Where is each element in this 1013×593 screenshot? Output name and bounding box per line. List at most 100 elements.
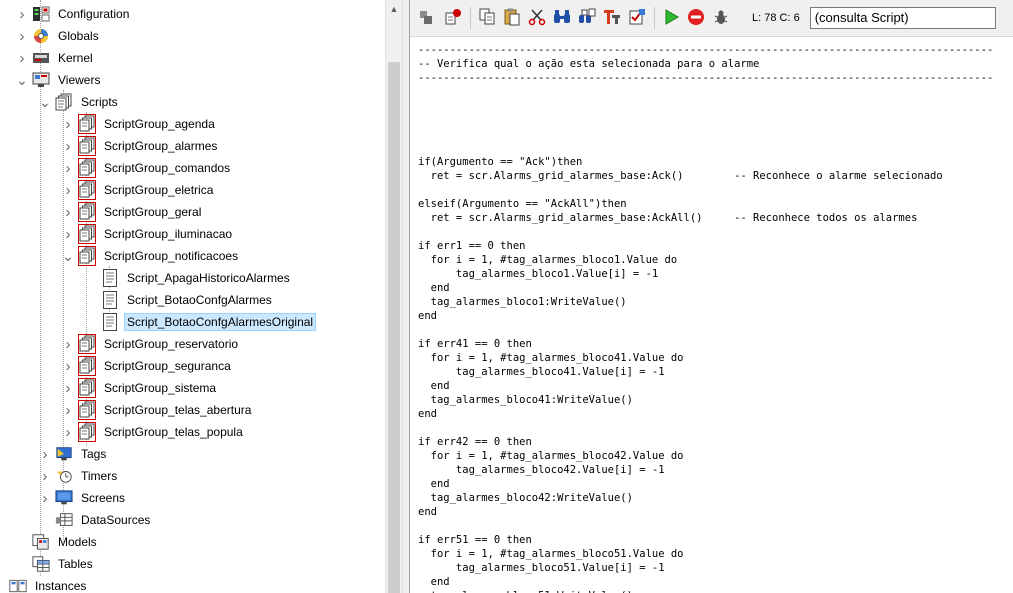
expand-chevron-icon[interactable]: ›: [39, 487, 51, 509]
instances-icon: [9, 577, 27, 593]
expand-chevron-icon[interactable]: ›: [62, 201, 74, 223]
tree-item-scriptgroup-agenda[interactable]: › ScriptGroup_agenda: [62, 113, 218, 135]
code-line: end: [418, 408, 437, 420]
tree-item-tags[interactable]: › Tags: [39, 443, 109, 465]
properties-button[interactable]: [416, 6, 440, 30]
cut-button[interactable]: [525, 6, 549, 30]
expand-chevron-icon[interactable]: ›: [62, 333, 74, 355]
tree-item-scriptgroup-iluminacao[interactable]: › ScriptGroup_iluminacao: [62, 223, 235, 245]
script-group-icon: [78, 378, 96, 398]
code-area[interactable]: ----------------------------------------…: [418, 43, 1013, 593]
code-line: tag_alarmes_bloco51:WriteValue(): [418, 589, 1013, 593]
expand-chevron-icon[interactable]: ›: [62, 399, 74, 421]
tables-icon: [32, 555, 50, 573]
expand-chevron-icon[interactable]: ›: [62, 223, 74, 245]
tree-item-viewers[interactable]: ⌄ Viewers: [16, 69, 103, 91]
insert-tag-button[interactable]: [600, 6, 624, 30]
tree-item-instances[interactable]: Instances: [0, 575, 89, 593]
expand-chevron-icon[interactable]: ›: [39, 443, 51, 465]
tree-item-configuration[interactable]: › Configuration: [16, 3, 132, 25]
code-line: tag_alarmes_bloco1.Value[i] = -1: [418, 268, 659, 280]
expand-chevron-icon[interactable]: ›: [62, 421, 74, 443]
code-line: if(Argumento == "Ack")then: [418, 156, 583, 168]
tree-item-script-botaoconfgalarmesoriginal[interactable]: Script_BotaoConfgAlarmesOriginal: [85, 311, 317, 333]
script-group-icon: [78, 114, 96, 134]
cut-icon: [527, 7, 547, 30]
tree-item-label: ScriptGroup_comandos: [104, 161, 231, 175]
tree-item-scriptgroup-geral[interactable]: › ScriptGroup_geral: [62, 201, 204, 223]
tree-item-kernel[interactable]: › Kernel: [16, 47, 96, 69]
code-line: if err1 == 0 then: [418, 240, 526, 252]
tree-item-timers[interactable]: › Timers: [39, 465, 120, 487]
tree-item-scripts[interactable]: ⌄ Scripts: [39, 91, 121, 113]
tree-item-label: ScriptGroup_eletrica: [104, 183, 214, 197]
run-icon: [661, 7, 681, 30]
expand-chevron-icon[interactable]: ›: [62, 355, 74, 377]
tree-item-scriptgroup-telas-abertura[interactable]: › ScriptGroup_telas_abertura: [62, 399, 254, 421]
expand-chevron-icon[interactable]: ›: [62, 377, 74, 399]
tree-item-label: ScriptGroup_sistema: [104, 381, 217, 395]
replace-button[interactable]: [575, 6, 599, 30]
toolbar-separator: [654, 7, 655, 29]
code-line: for i = 1, #tag_alarmes_bloco42.Value do: [418, 450, 684, 462]
expand-chevron-icon[interactable]: ›: [62, 113, 74, 135]
script-group-icon: [78, 400, 96, 420]
paste-button[interactable]: [500, 6, 524, 30]
tree-item-models[interactable]: Models: [16, 531, 100, 553]
code-line: ----------------------------------------…: [418, 44, 994, 56]
collapse-chevron-icon[interactable]: ⌄: [16, 69, 28, 91]
tree-item-globals[interactable]: › Globals: [16, 25, 102, 47]
tree-item-datasources[interactable]: DataSources: [39, 509, 153, 531]
expand-chevron-icon[interactable]: ›: [16, 25, 28, 47]
script-selector[interactable]: (consulta Script): [809, 7, 996, 29]
expand-chevron-icon[interactable]: ›: [62, 157, 74, 179]
expand-chevron-icon[interactable]: ›: [62, 135, 74, 157]
run-button[interactable]: [659, 6, 683, 30]
tree-item-scriptgroup-comandos[interactable]: › ScriptGroup_comandos: [62, 157, 233, 179]
tree-item-scriptgroup-sistema[interactable]: › ScriptGroup_sistema: [62, 377, 219, 399]
tree-item-label: ScriptGroup_telas_popula: [104, 425, 243, 439]
scroll-up-arrow-icon[interactable]: ▲: [386, 0, 402, 17]
tree-item-scriptgroup-eletrica[interactable]: › ScriptGroup_eletrica: [62, 179, 216, 201]
find-icon: [552, 7, 572, 30]
code-line: if err51 == 0 then: [418, 534, 532, 546]
tree-item-scriptgroup-reservatorio[interactable]: › ScriptGroup_reservatorio: [62, 333, 241, 355]
editor-toolbar: L: 78 C: 6 (consulta Script): [410, 0, 1013, 37]
copy-button[interactable]: [475, 6, 499, 30]
script-file-icon: [101, 291, 119, 309]
tree-item-scriptgroup-alarmes[interactable]: › ScriptGroup_alarmes: [62, 135, 220, 157]
check-syntax-button[interactable]: [625, 6, 649, 30]
script-group-icon: [78, 246, 96, 266]
expand-chevron-icon[interactable]: ›: [16, 3, 28, 25]
stop-button[interactable]: [684, 6, 708, 30]
collapse-chevron-icon[interactable]: ⌄: [62, 245, 74, 267]
expand-chevron-icon[interactable]: ›: [62, 179, 74, 201]
tree-item-tables[interactable]: Tables: [16, 553, 96, 575]
expand-chevron-icon[interactable]: ›: [16, 47, 28, 69]
find-button[interactable]: [550, 6, 574, 30]
tree-item-scriptgroup-seguranca[interactable]: › ScriptGroup_seguranca: [62, 355, 234, 377]
compile-button[interactable]: [441, 6, 465, 30]
debug-button[interactable]: [709, 6, 733, 30]
tree-scrollbar-thumb[interactable]: [388, 62, 400, 593]
tree-item-script-apagahistoricoalarmes[interactable]: Script_ApagaHistoricoAlarmes: [85, 267, 293, 289]
tree-item-scriptgroup-telas-popula[interactable]: › ScriptGroup_telas_popula: [62, 421, 246, 443]
tree-item-script-botaoconfgalarmes[interactable]: Script_BotaoConfgAlarmes: [85, 289, 275, 311]
globals-icon: [32, 27, 50, 45]
tree-item-label: DataSources: [81, 513, 151, 527]
panel-splitter[interactable]: [402, 0, 410, 593]
tree-item-scriptgroup-notificacoes[interactable]: ⌄ ScriptGroup_notificacoes: [62, 245, 241, 267]
code-line: end: [418, 506, 437, 518]
tree-item-label: Script_BotaoConfgAlarmes: [127, 293, 272, 307]
collapse-chevron-icon[interactable]: ⌄: [39, 91, 51, 113]
script-group-icon: [78, 202, 96, 222]
tree-scrollbar[interactable]: ▲: [385, 0, 402, 593]
tree-item-screens[interactable]: › Screens: [39, 487, 128, 509]
expand-chevron-icon[interactable]: ›: [39, 465, 51, 487]
script-group-icon: [78, 334, 96, 354]
code-line: end: [418, 310, 437, 322]
